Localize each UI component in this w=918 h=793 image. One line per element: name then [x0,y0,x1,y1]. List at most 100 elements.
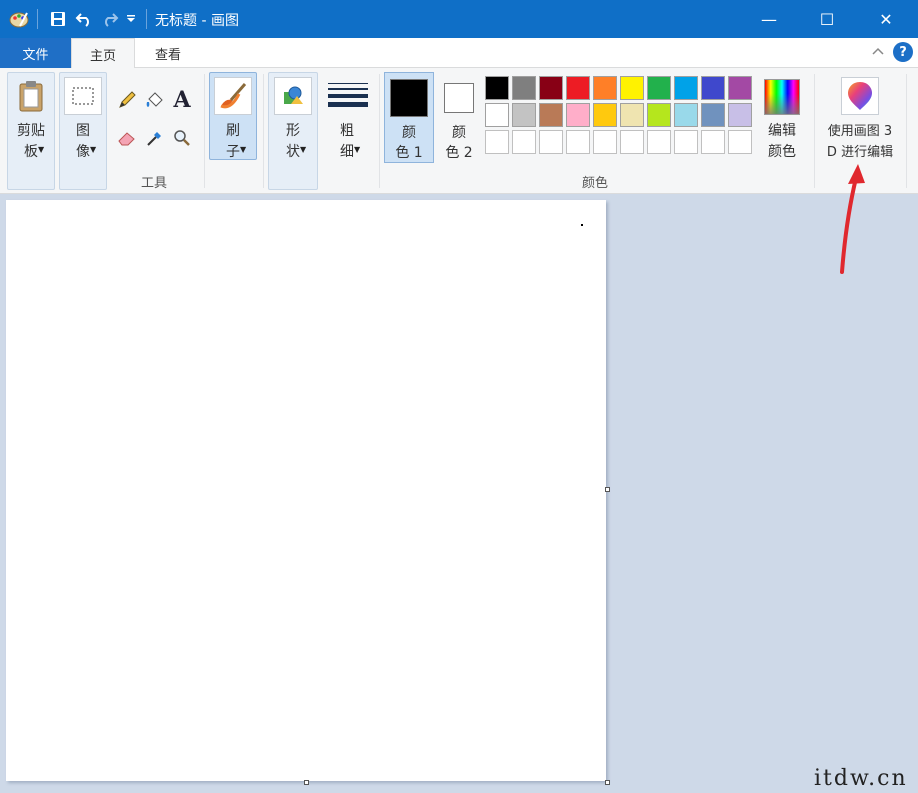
line-width-icon [328,83,368,107]
divider [37,9,38,29]
palette-swatch[interactable] [512,76,536,100]
canvas-dot [581,224,583,226]
colors-group-label: 颜色 [581,176,608,191]
minimize-button[interactable]: — [739,0,799,38]
select-icon [64,77,102,115]
magnifier-icon[interactable] [170,126,194,150]
palette-swatch[interactable] [674,130,698,154]
divider [814,74,815,188]
divider [263,74,264,188]
shapes-button[interactable]: 形 状 ▼ [268,72,318,190]
resize-handle-corner[interactable] [605,780,610,785]
palette-swatch[interactable] [485,130,509,154]
palette-swatch[interactable] [485,103,509,127]
workspace [0,195,918,793]
quick-access-dropdown-icon[interactable] [124,7,138,31]
palette-swatch[interactable] [566,130,590,154]
watermark: itdw.cn [814,766,908,791]
palette-swatch[interactable] [620,76,644,100]
drawing-canvas[interactable] [6,200,606,781]
shapes-icon [274,77,312,115]
tab-home[interactable]: 主页 [71,38,135,69]
close-button[interactable]: ✕ [856,0,916,38]
palette-swatch[interactable] [566,76,590,100]
annotation-arrow [840,164,865,274]
image-button[interactable]: 图 像 ▼ [59,72,107,190]
maximize-button[interactable]: ☐ [797,0,857,38]
palette-swatch[interactable] [728,130,752,154]
palette-swatch[interactable] [539,130,563,154]
palette-swatch[interactable] [593,76,617,100]
chevron-down-icon: ▼ [240,145,247,154]
divider [146,9,147,29]
palette-swatch[interactable] [539,103,563,127]
image-label: 图 像 [76,123,90,160]
palette-swatch[interactable] [512,103,536,127]
edit-colors-label: 编辑 颜色 [768,123,796,160]
palette-swatch[interactable] [647,76,671,100]
edit-colors-button[interactable]: 编辑 颜色 [758,72,806,190]
color1-swatch [390,79,428,117]
size-label: 粗 细 [340,123,354,160]
window-title: 无标题 - 画图 [155,13,239,29]
clipboard-icon [12,77,50,115]
brushes-label: 刷 子 [226,123,240,160]
resize-handle-bottom[interactable] [304,780,309,785]
redo-icon[interactable] [99,7,121,31]
brushes-button[interactable]: 刷 子 ▼ [209,72,257,160]
ribbon-tab-bar: 文件 主页 查看 ? [0,38,918,69]
divider [204,74,205,188]
color2-swatch [444,83,474,113]
palette-swatch[interactable] [593,103,617,127]
palette-swatch[interactable] [728,103,752,127]
undo-icon[interactable] [73,7,95,31]
palette-swatch[interactable] [593,130,617,154]
palette-swatch[interactable] [728,76,752,100]
fill-bucket-icon[interactable] [143,88,167,112]
color2-button[interactable]: 颜 色 2 [434,72,484,163]
palette-swatch[interactable] [620,103,644,127]
paint3d-icon [841,77,879,115]
brush-icon [214,77,252,115]
tools-group-label: 工具 [140,176,167,191]
divider [379,74,380,188]
chevron-down-icon: ▼ [90,145,97,154]
divider [906,74,907,188]
save-icon[interactable] [47,7,69,31]
chevron-down-icon: ▼ [300,145,307,154]
paint-app-icon[interactable] [8,7,30,31]
palette-swatch[interactable] [566,103,590,127]
tab-file[interactable]: 文件 [0,38,71,68]
size-button[interactable]: 粗 细 ▼ [322,72,372,190]
chevron-down-icon: ▼ [354,145,361,154]
palette-swatch[interactable] [647,103,671,127]
clipboard-button[interactable]: 剪贴 板 ▼ [7,72,55,190]
palette-swatch[interactable] [701,130,725,154]
collapse-ribbon-icon[interactable] [870,45,886,61]
palette-swatch[interactable] [647,130,671,154]
pencil-icon[interactable] [115,88,139,112]
shapes-label: 形 状 [286,123,300,160]
color2-label: 颜 色 2 [445,125,473,161]
title-bar: 无标题 - 画图 — ☐ ✕ [0,0,918,38]
clipboard-label: 剪贴 板 [17,123,45,160]
eraser-icon[interactable] [115,126,139,150]
palette-swatch[interactable] [701,103,725,127]
tab-view[interactable]: 查看 [140,38,196,69]
palette-swatch[interactable] [512,130,536,154]
chevron-down-icon: ▼ [38,145,45,154]
color1-button[interactable]: 颜 色 1 [384,72,434,163]
palette-swatch[interactable] [485,76,509,100]
palette-swatch[interactable] [539,76,563,100]
text-icon[interactable]: A [170,87,194,113]
help-icon[interactable]: ? [893,42,913,62]
color1-label: 颜 色 1 [395,125,423,161]
palette-swatch[interactable] [674,103,698,127]
color-palette [485,76,752,154]
palette-swatch[interactable] [674,76,698,100]
color-spectrum-icon [764,79,800,115]
palette-swatch[interactable] [620,130,644,154]
palette-swatch[interactable] [701,76,725,100]
resize-handle-right[interactable] [605,487,610,492]
color-picker-icon[interactable] [143,126,167,150]
